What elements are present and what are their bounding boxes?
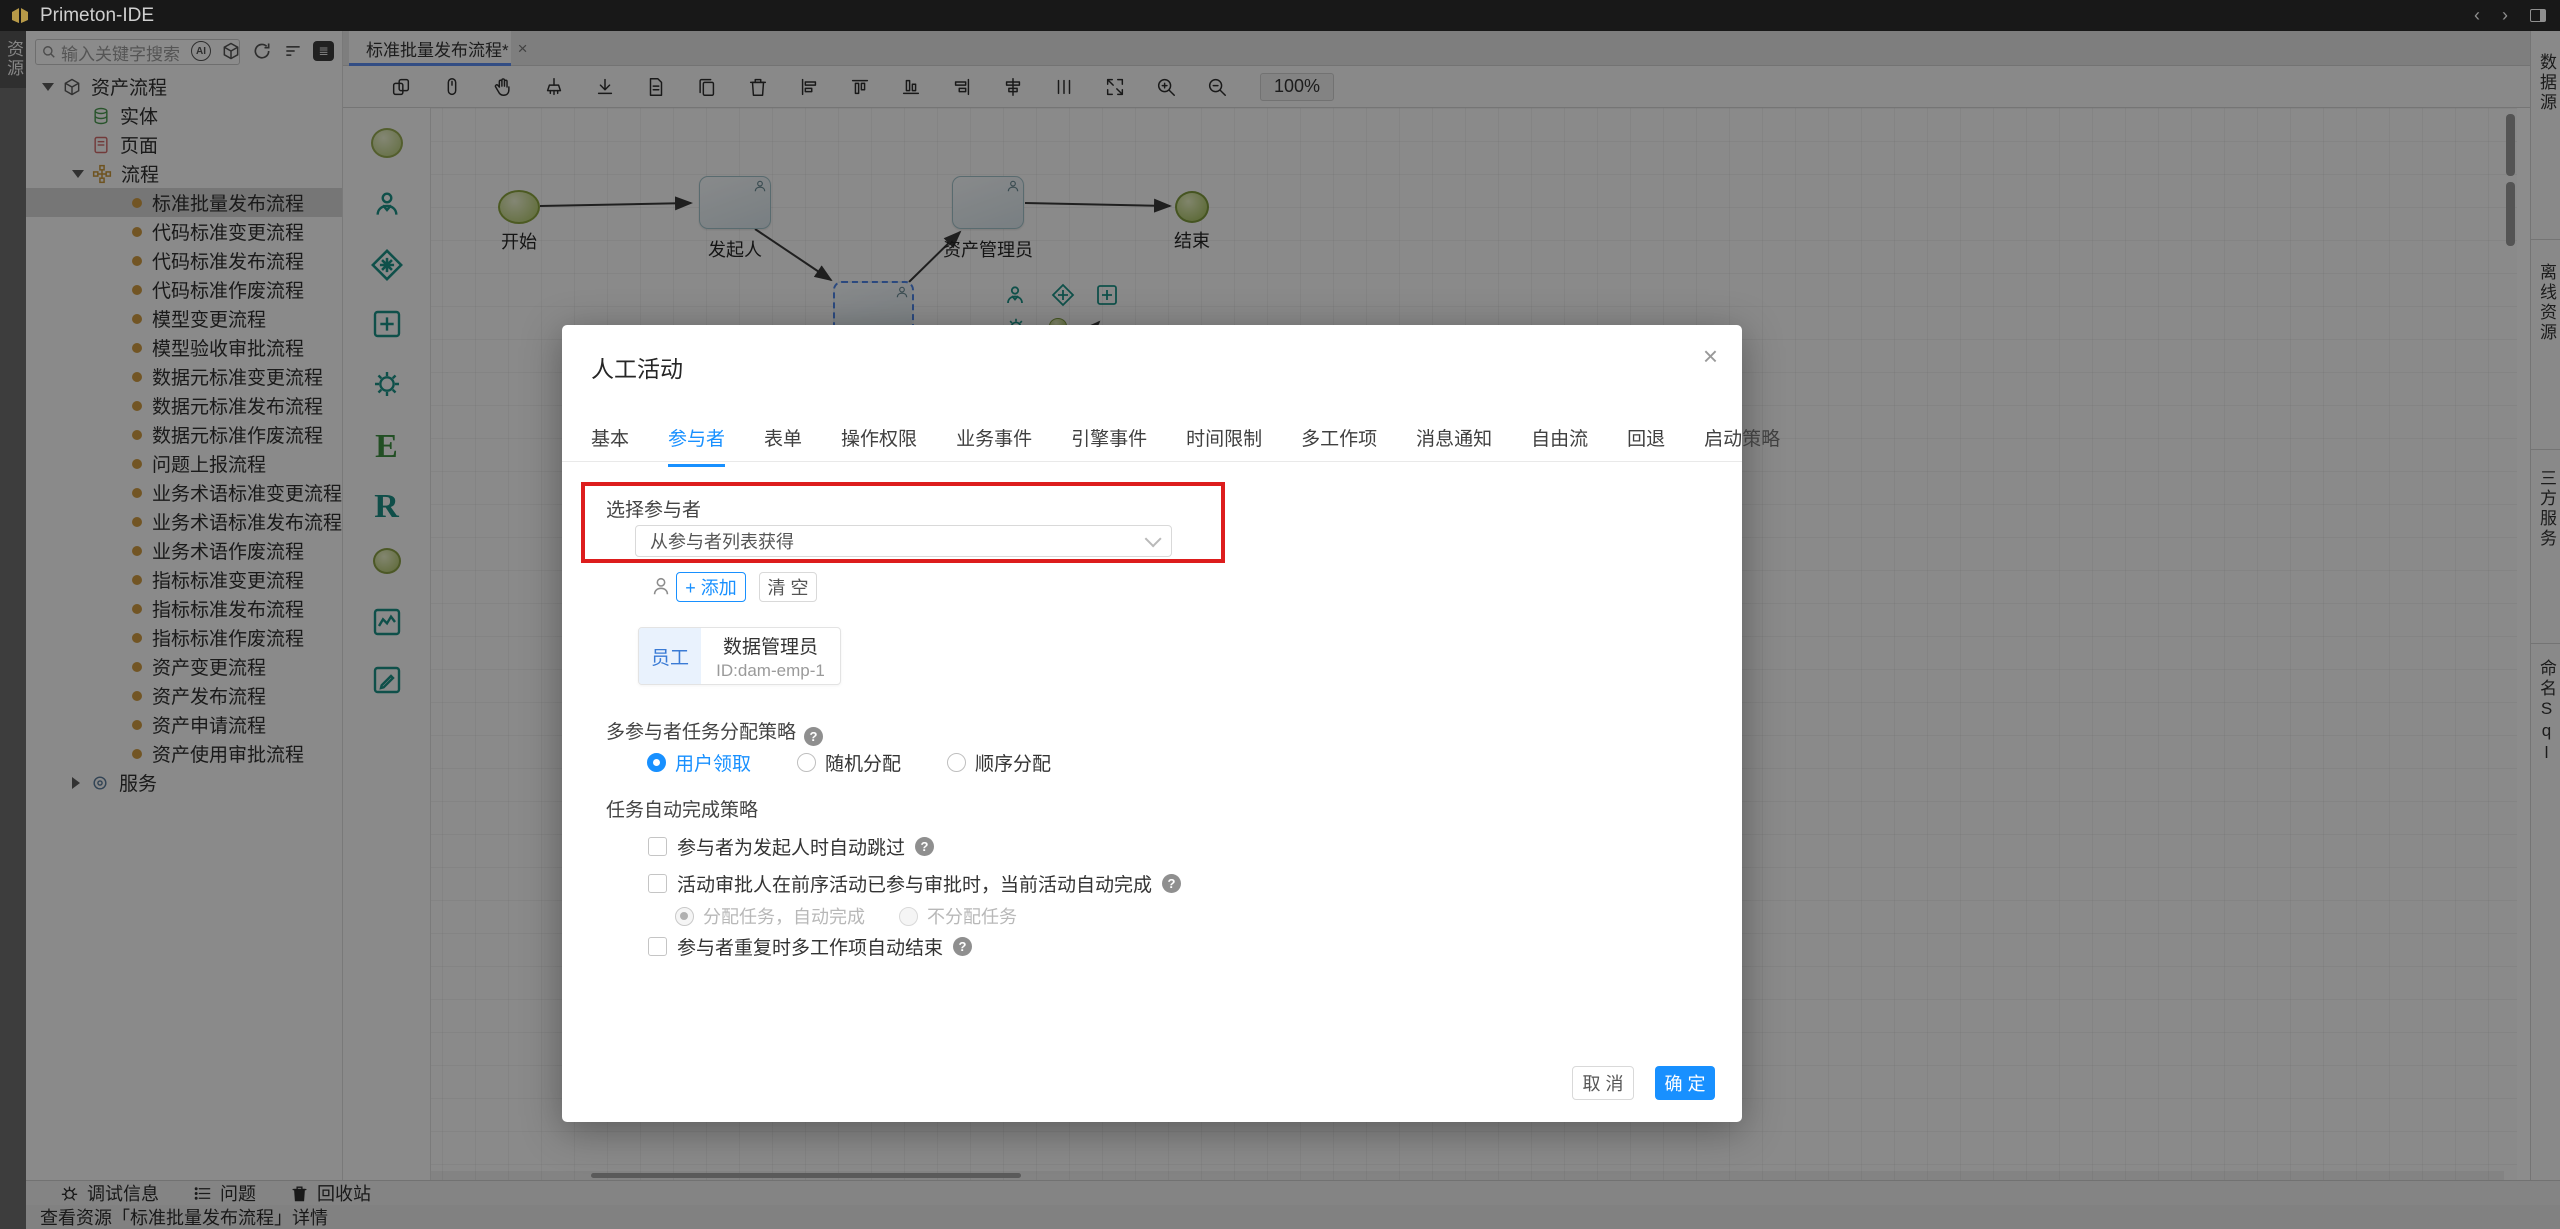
forward-icon[interactable]: › — [2502, 5, 2508, 26]
add-participant-button[interactable]: + 添加 — [676, 572, 746, 602]
assign-strategy-radio[interactable]: 随机分配 — [797, 749, 901, 776]
dialog-title: 人工活动 — [591, 356, 683, 382]
checkbox-icon[interactable] — [648, 837, 667, 856]
titlebar: Primeton-IDE ‹ › — [0, 0, 2560, 31]
help-icon[interactable]: ? — [953, 937, 973, 956]
no-assign-task-radio[interactable]: 不分配任务 — [899, 903, 1017, 929]
participant-card[interactable]: 员工 数据管理员 ID:dam-emp-1 — [638, 627, 841, 685]
cancel-button[interactable]: 取 消 — [1572, 1066, 1634, 1100]
primeton-ide-window: Primeton-IDE ‹ › 资源 输入关键字搜索 AI ≣ 资产流程 实体… — [0, 0, 2560, 1229]
layout-toggle-icon[interactable] — [2530, 9, 2546, 22]
help-icon[interactable]: ? — [1162, 874, 1182, 893]
dialog-close-icon[interactable]: × — [1703, 343, 1718, 369]
radio-icon — [675, 906, 694, 926]
back-icon[interactable]: ‹ — [2474, 5, 2480, 26]
participant-name: 数据管理员 — [722, 636, 818, 658]
assign-strategy-radio[interactable]: 顺序分配 — [947, 749, 1051, 776]
manual-activity-dialog: 人工活动 × 基本 参与者 表单 操作权限 业务事件 引擎事件 时间限制 多工作项 消息通知 自由… — [562, 325, 1780, 1122]
checkbox-icon[interactable] — [648, 937, 667, 956]
participant-user-icon — [650, 575, 672, 602]
radio-icon — [647, 753, 666, 772]
participant-type-badge: 员工 — [639, 628, 701, 684]
help-icon[interactable]: ? — [915, 837, 935, 856]
participant-id: ID:dam-emp-1 — [716, 660, 825, 680]
sub-options-row: 分配任务，自动完成 不分配任务 — [675, 903, 1017, 929]
auto-end-checkbox-row[interactable]: 参与者重复时多工作项自动结束 ? — [648, 933, 973, 960]
help-icon[interactable]: ? — [804, 727, 824, 746]
assign-task-auto-radio[interactable]: 分配任务，自动完成 — [675, 903, 865, 929]
confirm-button[interactable]: 确 定 — [1655, 1066, 1715, 1100]
assign-strategy-options: 用户领取 随机分配 顺序分配 — [647, 749, 1051, 776]
app-title: Primeton-IDE — [40, 4, 155, 26]
checkbox-icon[interactable] — [648, 874, 667, 893]
radio-icon — [899, 906, 918, 926]
clear-participants-button[interactable]: 清 空 — [759, 572, 817, 602]
annotation-red-box — [581, 482, 1225, 563]
radio-icon — [797, 753, 817, 772]
assign-strategy-radio[interactable]: 用户领取 — [647, 749, 751, 776]
auto-complete-checkbox-row[interactable]: 活动审批人在前序活动已参与审批时，当前活动自动完成 ? — [648, 870, 1182, 897]
radio-icon — [947, 753, 967, 772]
assign-strategy-label: 多参与者任务分配策略? — [606, 717, 824, 746]
auto-complete-label: 任务自动完成策略 — [606, 800, 759, 821]
auto-skip-checkbox-row[interactable]: 参与者为发起人时自动跳过 ? — [648, 833, 935, 860]
app-logo-icon — [10, 6, 30, 26]
